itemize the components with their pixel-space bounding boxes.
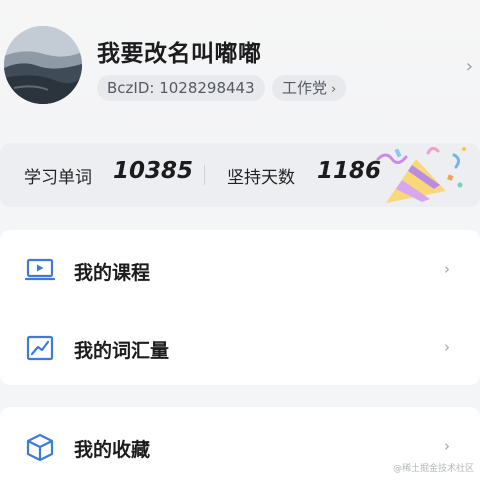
- team-badge[interactable]: 工作党 ›: [272, 75, 347, 101]
- chevron-right-icon[interactable]: ›: [466, 56, 473, 77]
- study-stats-panel: 学习单词 10385 坚持天数 1186: [0, 143, 480, 207]
- chevron-right-icon: ›: [444, 260, 450, 278]
- menu-card-primary: 我的课程 › 我的词汇量 ›: [0, 230, 480, 385]
- chevron-right-icon: ›: [331, 82, 337, 97]
- team-label: 工作党: [282, 79, 328, 97]
- chevron-right-icon: ›: [444, 338, 450, 356]
- streak-days-label: 坚持天数: [227, 168, 295, 188]
- menu-item-label: 我的收藏: [74, 439, 151, 461]
- username: 我要改名叫嘟嘟: [97, 41, 262, 67]
- cube-icon: [26, 433, 54, 461]
- stats-divider: [204, 165, 205, 185]
- menu-item-my-vocabulary[interactable]: 我的词汇量 ›: [0, 312, 480, 382]
- watermark: @稀土掘金技术社区: [392, 464, 474, 474]
- avatar-landscape-image: [4, 26, 82, 104]
- words-learned-value: 10385: [113, 158, 194, 184]
- avatar[interactable]: [4, 26, 82, 104]
- laptop-play-icon: [25, 258, 55, 281]
- menu-item-label: 我的课程: [74, 262, 151, 284]
- menu-item-my-courses[interactable]: 我的课程 ›: [0, 234, 480, 304]
- bcz-id-badge[interactable]: BczID: 1028298443: [97, 75, 265, 101]
- chevron-right-icon: ›: [444, 437, 450, 455]
- profile-header[interactable]: 我要改名叫嘟嘟 BczID: 1028298443 工作党 › ›: [0, 0, 480, 140]
- party-popper-icon: [376, 146, 466, 203]
- words-learned-label: 学习单词: [24, 168, 92, 188]
- trend-chart-icon: [26, 335, 54, 361]
- bcz-id-text: BczID: 1028298443: [107, 79, 255, 97]
- menu-item-label: 我的词汇量: [74, 340, 170, 362]
